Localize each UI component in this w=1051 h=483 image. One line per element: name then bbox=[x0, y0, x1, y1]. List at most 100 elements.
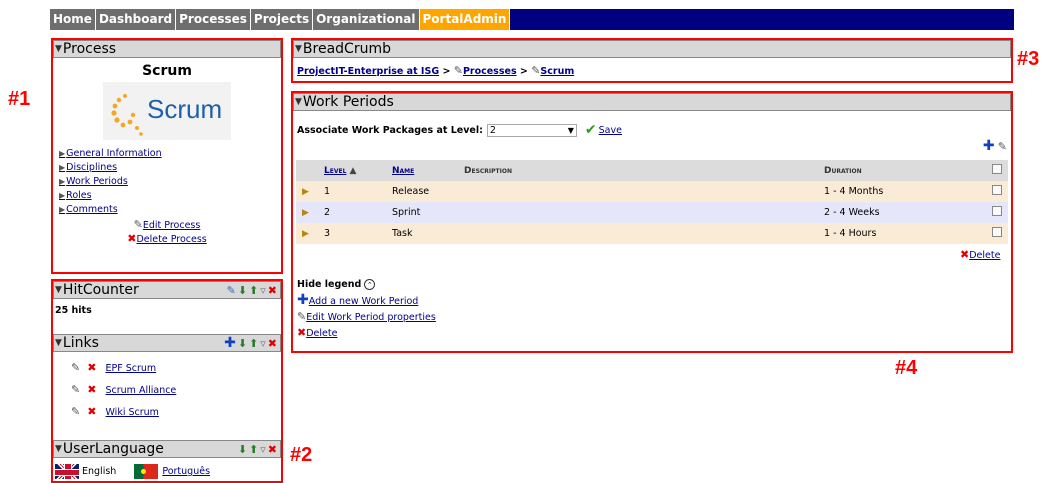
link-label: Work Periods bbox=[66, 176, 128, 187]
add-icon[interactable]: ✚ bbox=[297, 293, 309, 307]
close-icon[interactable]: ✖ bbox=[268, 338, 277, 349]
associate-label: Associate Work Packages at Level: bbox=[297, 124, 483, 136]
link-disciplines[interactable]: ▶Disciplines bbox=[59, 162, 281, 173]
expand-arrow-icon: ▶ bbox=[59, 149, 66, 158]
breadcrumb-header[interactable]: ▼ BreadCrumb bbox=[293, 40, 1011, 58]
move-down-icon[interactable]: ⬇ bbox=[238, 285, 247, 296]
col-level[interactable]: Level ▲ bbox=[318, 160, 386, 181]
table-row[interactable]: ▶ 2 Sprint 2 - 4 Weeks bbox=[296, 202, 1008, 223]
cell-name: Release bbox=[392, 186, 430, 197]
delete-icon[interactable]: ✖ bbox=[87, 362, 96, 373]
hitcounter-header[interactable]: ▼ HitCounter ✎ ⬇ ⬆ ▿ ✖ bbox=[53, 281, 281, 299]
links-header[interactable]: ▼ Links ✚ ⬇ ⬆ ▿ ✖ bbox=[53, 334, 281, 352]
link-general-information[interactable]: ▶General Information bbox=[59, 148, 281, 159]
edit-process-link[interactable]: Edit Process bbox=[143, 220, 200, 231]
delete-selected-link[interactable]: Delete bbox=[969, 250, 1000, 261]
cell-name: Sprint bbox=[392, 207, 421, 218]
tab-projects[interactable]: Projects bbox=[250, 9, 314, 30]
breadcrumb-scrum-link[interactable]: Scrum bbox=[540, 66, 574, 77]
row-checkbox[interactable] bbox=[992, 185, 1002, 195]
col-name[interactable]: Name bbox=[386, 160, 458, 181]
delete-icon[interactable]: ✖ bbox=[960, 249, 969, 260]
tab-home[interactable]: Home bbox=[50, 9, 96, 30]
work-periods-header[interactable]: ▼ Work Periods bbox=[293, 93, 1011, 111]
close-icon[interactable]: ✖ bbox=[268, 444, 277, 455]
tab-portaladmin[interactable]: PortalAdmin bbox=[419, 9, 511, 30]
hide-legend-label[interactable]: Hide legend bbox=[297, 279, 361, 290]
row-checkbox[interactable] bbox=[992, 206, 1002, 216]
portugal-flag-icon[interactable] bbox=[134, 464, 159, 479]
cell-level: 1 bbox=[324, 186, 331, 197]
link-comments[interactable]: ▶Comments bbox=[59, 204, 281, 215]
col-level-label: Level bbox=[324, 165, 347, 176]
pencil-icon[interactable]: ✎ bbox=[297, 311, 306, 322]
link-scrum-alliance[interactable]: Scrum Alliance bbox=[106, 385, 177, 396]
delete-icon[interactable]: ✖ bbox=[87, 384, 96, 395]
minimize-icon[interactable]: ▿ bbox=[260, 285, 266, 296]
table-row[interactable]: ▶ 1 Release 1 - 4 Months bbox=[296, 181, 1008, 202]
save-link[interactable]: Save bbox=[599, 125, 622, 136]
move-down-icon[interactable]: ⬇ bbox=[238, 338, 247, 349]
expand-row-icon[interactable]: ▶ bbox=[302, 208, 309, 218]
close-icon[interactable]: ✖ bbox=[268, 285, 277, 296]
link-epf-scrum[interactable]: EPF Scrum bbox=[106, 363, 157, 374]
table-row[interactable]: ▶ 3 Task 1 - 4 Hours bbox=[296, 223, 1008, 244]
collapse-icon[interactable]: ▼ bbox=[55, 444, 62, 454]
add-work-period-link[interactable]: Add a new Work Period bbox=[309, 296, 419, 307]
delete-process-link[interactable]: Delete Process bbox=[136, 234, 206, 245]
collapse-icon[interactable]: ▼ bbox=[295, 97, 302, 107]
row-checkbox[interactable] bbox=[992, 227, 1002, 237]
link-roles[interactable]: ▶Roles bbox=[59, 190, 281, 201]
pencil-icon[interactable]: ✎ bbox=[134, 219, 143, 230]
delete-icon[interactable]: ✖ bbox=[297, 327, 306, 338]
link-label: Roles bbox=[66, 190, 92, 201]
breadcrumb-processes-link[interactable]: Processes bbox=[463, 66, 517, 77]
uk-flag-icon[interactable] bbox=[55, 464, 79, 479]
minimize-icon[interactable]: ▿ bbox=[260, 338, 266, 349]
cell-level: 3 bbox=[324, 228, 331, 239]
checkmark-icon[interactable]: ✔ bbox=[585, 122, 597, 138]
col-description: Description bbox=[458, 160, 818, 181]
collapse-icon[interactable]: ▼ bbox=[55, 285, 62, 295]
tab-processes[interactable]: Processes bbox=[176, 9, 251, 30]
pencil-icon[interactable]: ✎ bbox=[71, 406, 80, 417]
tab-dashboard[interactable]: Dashboard bbox=[95, 9, 177, 30]
userlanguage-header[interactable]: ▼ UserLanguage ⬇ ⬆ ▿ ✖ bbox=[53, 440, 281, 458]
move-up-icon[interactable]: ⬆ bbox=[249, 285, 258, 296]
add-icon[interactable]: ✚ bbox=[224, 336, 236, 350]
collapse-up-icon[interactable]: ⌃ bbox=[364, 279, 376, 290]
pencil-icon[interactable]: ✎ bbox=[71, 384, 80, 395]
collapse-icon[interactable]: ▼ bbox=[55, 44, 62, 54]
cell-name: Task bbox=[392, 228, 413, 239]
minimize-icon[interactable]: ▿ bbox=[260, 444, 266, 455]
level-select[interactable]: 2 ▼ bbox=[486, 123, 577, 137]
process-panel-header[interactable]: ▼ Process bbox=[53, 40, 281, 58]
expand-row-icon[interactable]: ▶ bbox=[302, 187, 309, 197]
breadcrumb: ProjectIT-Enterprise at ISG > ✎Processes… bbox=[297, 65, 1011, 77]
pencil-icon[interactable]: ✎ bbox=[227, 285, 236, 296]
move-up-icon[interactable]: ⬆ bbox=[249, 338, 258, 349]
link-label: General Information bbox=[66, 148, 162, 159]
breadcrumb-root-link[interactable]: ProjectIT-Enterprise at ISG bbox=[297, 66, 439, 77]
link-wiki-scrum[interactable]: Wiki Scrum bbox=[106, 407, 159, 418]
move-up-icon[interactable]: ⬆ bbox=[249, 444, 258, 455]
link-work-periods[interactable]: ▶Work Periods bbox=[59, 176, 281, 187]
table-header-row: Level ▲ Name Description Duration bbox=[296, 160, 1008, 181]
tab-organizational[interactable]: Organizational bbox=[313, 9, 420, 30]
pencil-icon[interactable]: ✎ bbox=[71, 362, 80, 373]
sort-asc-icon[interactable]: ▲ bbox=[350, 166, 357, 176]
language-portuguese[interactable]: Português bbox=[162, 466, 210, 477]
collapse-icon[interactable]: ▼ bbox=[295, 44, 302, 54]
select-all-checkbox[interactable] bbox=[992, 164, 1002, 174]
edit-work-period-link[interactable]: Edit Work Period properties bbox=[306, 312, 436, 323]
add-icon[interactable]: ✚ bbox=[983, 139, 995, 153]
legend-delete-link[interactable]: Delete bbox=[306, 328, 337, 339]
expand-row-icon[interactable]: ▶ bbox=[302, 229, 309, 239]
collapse-icon[interactable]: ▼ bbox=[55, 338, 62, 348]
delete-icon[interactable]: ✖ bbox=[87, 406, 96, 417]
pencil-icon[interactable]: ✎ bbox=[454, 65, 463, 76]
col-name-label: Name bbox=[392, 165, 415, 176]
pencil-icon[interactable]: ✎ bbox=[998, 141, 1007, 152]
language-english[interactable]: English bbox=[82, 466, 116, 477]
move-down-icon[interactable]: ⬇ bbox=[238, 444, 247, 455]
